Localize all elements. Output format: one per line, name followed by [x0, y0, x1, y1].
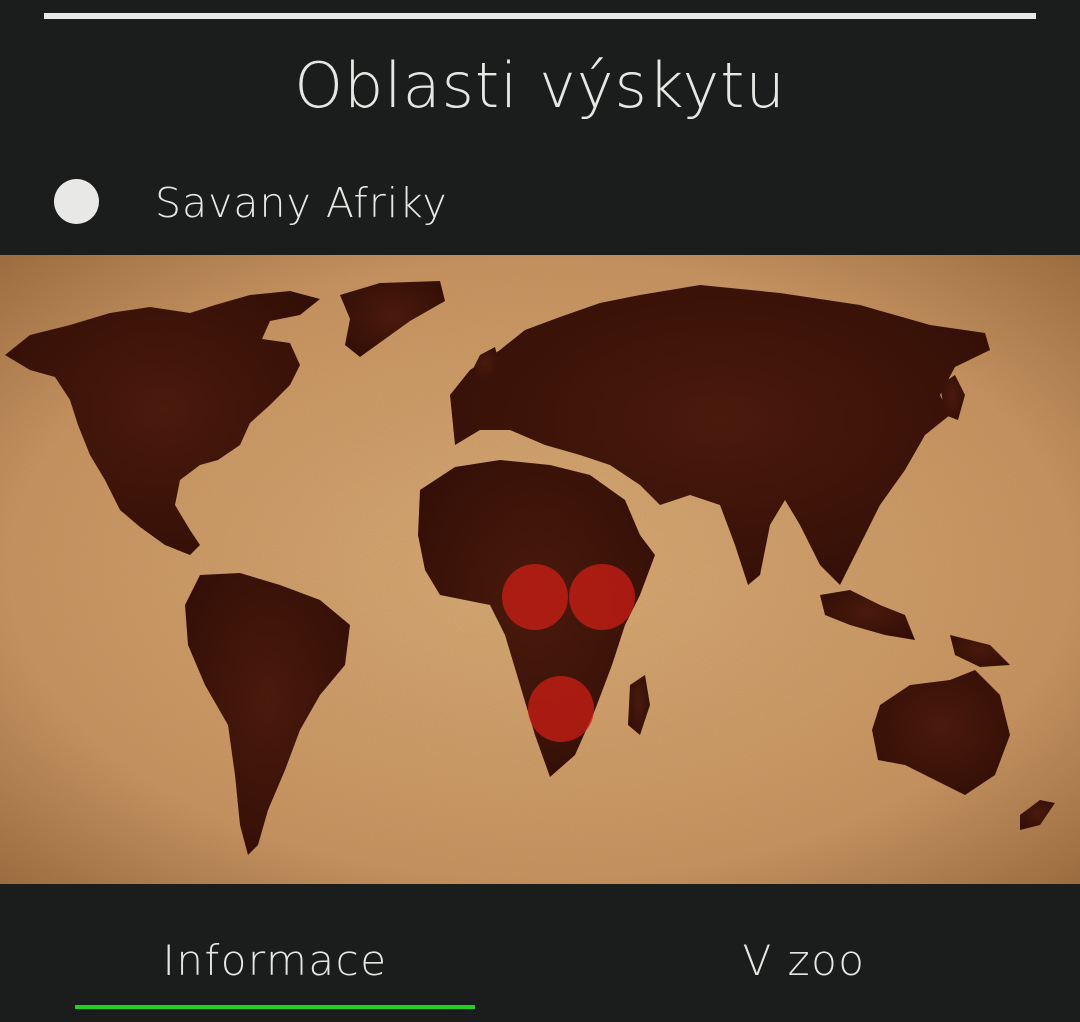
active-tab-indicator [75, 1005, 475, 1009]
legend-row: Savany Afriky [0, 170, 1080, 236]
tab-informace-label: Informace [162, 936, 388, 985]
range-marker-2 [569, 564, 635, 630]
world-map [0, 255, 1080, 884]
top-divider [44, 13, 1036, 19]
range-marker-3 [528, 676, 594, 742]
page-title: Oblasti výskytu [294, 49, 786, 122]
world-map-image [0, 255, 1080, 884]
tab-indicator [604, 1005, 1004, 1009]
tab-bar: Informace V zoo [0, 884, 1080, 1022]
range-marker-1 [502, 564, 568, 630]
tab-v-zoo[interactable]: V zoo [604, 884, 1004, 1022]
tab-informace[interactable]: Informace [75, 884, 475, 1022]
legend-dot-icon [54, 179, 99, 224]
legend-label: Savany Afriky [155, 179, 448, 227]
tab-v-zoo-label: V zoo [742, 936, 866, 985]
